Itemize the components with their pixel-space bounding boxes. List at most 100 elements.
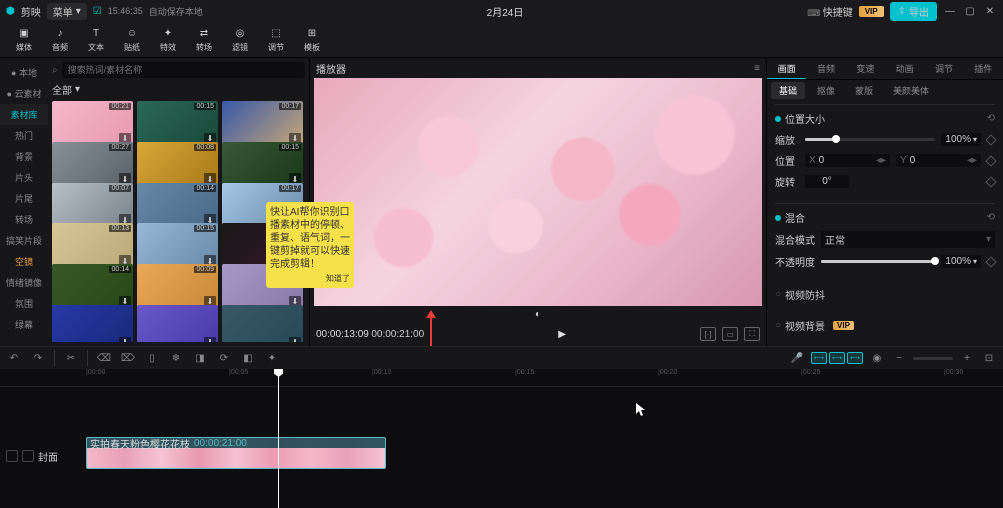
property-tab[interactable]: 调节	[924, 58, 963, 79]
media-thumbnail[interactable]: ⬇	[137, 305, 218, 342]
maximize-button[interactable]: ▢	[963, 4, 977, 18]
split-tool-button[interactable]: ▯	[144, 350, 160, 366]
rotate-button[interactable]: ⟳	[216, 350, 232, 366]
close-button[interactable]: ✕	[983, 4, 997, 18]
play-button[interactable]: ▶	[555, 327, 569, 341]
property-tab[interactable]: 变速	[846, 58, 885, 79]
crop-button[interactable]: ◧	[240, 350, 256, 366]
scale-slider[interactable]	[805, 138, 935, 141]
nav-item[interactable]: ● 云素材	[0, 83, 48, 104]
tool-模板[interactable]: ⊞模板	[294, 22, 330, 57]
rotate-value[interactable]: 0°	[805, 175, 849, 188]
blend-mode-select[interactable]: 正常▾	[821, 231, 995, 248]
nav-item[interactable]: 片头	[0, 167, 48, 188]
media-thumbnail[interactable]: 00:07⬇	[52, 183, 133, 229]
track-mute-toggle[interactable]	[6, 450, 18, 462]
media-thumbnail[interactable]: 00:14⬇	[52, 264, 133, 310]
nav-item[interactable]: 情绪镜像	[0, 272, 48, 293]
nav-item[interactable]: 空镜	[0, 251, 48, 272]
position-y-input[interactable]: Y0◂▸	[896, 154, 981, 167]
tool-特效[interactable]: ✦特效	[150, 22, 186, 57]
snap-1[interactable]: ⟷	[811, 352, 827, 364]
media-thumbnail[interactable]: 00:15⬇	[137, 101, 218, 147]
property-tab[interactable]: 音频	[806, 58, 845, 79]
nav-item[interactable]: 氛围	[0, 293, 48, 314]
media-thumbnail[interactable]: 00:08⬇	[137, 142, 218, 188]
tool-贴纸[interactable]: ☺贴纸	[114, 22, 150, 57]
zoom-in-button[interactable]: +	[959, 350, 975, 366]
media-thumbnail[interactable]: 00:15⬇	[137, 223, 218, 269]
section-blend[interactable]: 混合⟲	[775, 210, 995, 225]
search-input[interactable]	[62, 62, 305, 78]
playhead[interactable]	[278, 369, 279, 508]
vip-badge[interactable]: VIP	[859, 6, 884, 17]
nav-item[interactable]: 素材库	[0, 104, 48, 125]
rotate-keyframe[interactable]	[985, 176, 996, 187]
property-tab[interactable]: 动画	[885, 58, 924, 79]
tool-滤镜[interactable]: ◎滤镜	[222, 22, 258, 57]
property-tab[interactable]: 插件	[964, 58, 1003, 79]
download-icon[interactable]: ⬇	[204, 337, 216, 342]
ratio-button[interactable]: [·]	[700, 327, 716, 341]
nav-item[interactable]: 转场	[0, 209, 48, 230]
opacity-keyframe[interactable]	[985, 256, 996, 267]
ai-button[interactable]: ✦	[264, 350, 280, 366]
property-subtab[interactable]: 美颜美体	[885, 82, 937, 99]
property-subtab[interactable]: 基础	[771, 82, 805, 99]
reset-icon[interactable]: ⟲	[987, 113, 995, 124]
media-thumbnail[interactable]: 00:27⬇	[52, 142, 133, 188]
nav-item[interactable]: 背景	[0, 146, 48, 167]
shortcut-icon[interactable]: ⌨ 快捷键	[807, 4, 853, 19]
download-icon[interactable]: ⬇	[119, 337, 131, 342]
media-thumbnail[interactable]: 00:21⬇	[52, 101, 133, 147]
zoom-out-button[interactable]: −	[891, 350, 907, 366]
mirror-button[interactable]: ◨	[192, 350, 208, 366]
snap-2[interactable]: ⟷	[829, 352, 845, 364]
mic-button[interactable]: 🎤	[789, 350, 805, 366]
split-button[interactable]: ✂	[63, 350, 79, 366]
opacity-value[interactable]: 100%▾	[941, 255, 981, 268]
player-viewport[interactable]	[314, 78, 762, 306]
tool-音频[interactable]: ♪音频	[42, 22, 78, 57]
freeze-button[interactable]: ❄	[168, 350, 184, 366]
opacity-slider[interactable]	[821, 260, 935, 263]
track-lock-toggle[interactable]	[22, 450, 34, 462]
undo-button[interactable]: ↶	[6, 350, 22, 366]
download-icon[interactable]: ⬇	[289, 337, 301, 342]
tool-媒体[interactable]: ▣媒体	[6, 22, 42, 57]
reset-icon[interactable]: ⟲	[987, 212, 995, 223]
preview-toggle[interactable]: ◉	[869, 350, 885, 366]
snap-3[interactable]: ⟷	[847, 352, 863, 364]
color-picker-icon[interactable]: ◐	[535, 309, 541, 320]
section-position-size[interactable]: 位置大小⟲	[775, 111, 995, 126]
media-thumbnail[interactable]: 00:09⬇	[137, 264, 218, 310]
delete-right-button[interactable]: ⌦	[120, 350, 136, 366]
menu-dropdown[interactable]: 菜单▾	[47, 3, 87, 20]
fullscreen-button[interactable]: ⛶	[744, 327, 760, 341]
nav-item[interactable]: 热门	[0, 125, 48, 146]
timeline-area[interactable]: |00:00|00:05|00:10|00:15|00:20|00:25|00:…	[0, 369, 1003, 508]
nav-item[interactable]: 绿幕	[0, 314, 48, 335]
nav-item[interactable]: 搞笑片段	[0, 230, 48, 251]
scale-keyframe[interactable]	[985, 134, 996, 145]
resolution-button[interactable]: ▭	[722, 327, 738, 341]
tool-文本[interactable]: T文本	[78, 22, 114, 57]
media-thumbnail[interactable]: 00:17⬇	[222, 101, 303, 147]
media-thumbnail[interactable]: 00:15⬇	[222, 142, 303, 188]
sort-dropdown[interactable]: 全部▾	[52, 82, 305, 97]
tooltip-ok-button[interactable]: 知道了	[270, 273, 350, 284]
tool-调节[interactable]: ⬚调节	[258, 22, 294, 57]
export-button[interactable]: ⇪导出	[890, 2, 937, 21]
redo-button[interactable]: ↷	[30, 350, 46, 366]
property-subtab[interactable]: 抠像	[809, 82, 843, 99]
nav-item[interactable]: ● 本地	[0, 62, 48, 83]
delete-left-button[interactable]: ⌫	[96, 350, 112, 366]
position-x-input[interactable]: X0◂▸	[805, 154, 890, 167]
media-thumbnail[interactable]: 00:13⬇	[52, 223, 133, 269]
nav-item[interactable]: 片尾	[0, 188, 48, 209]
position-keyframe[interactable]	[985, 155, 996, 166]
video-clip[interactable]: 实拍春天粉色樱花花枝 00:00:21:00	[86, 437, 386, 469]
zoom-fit-button[interactable]: ⊡	[981, 350, 997, 366]
media-thumbnail[interactable]: 00:14⬇	[137, 183, 218, 229]
scale-value[interactable]: 100%▾	[941, 133, 981, 146]
